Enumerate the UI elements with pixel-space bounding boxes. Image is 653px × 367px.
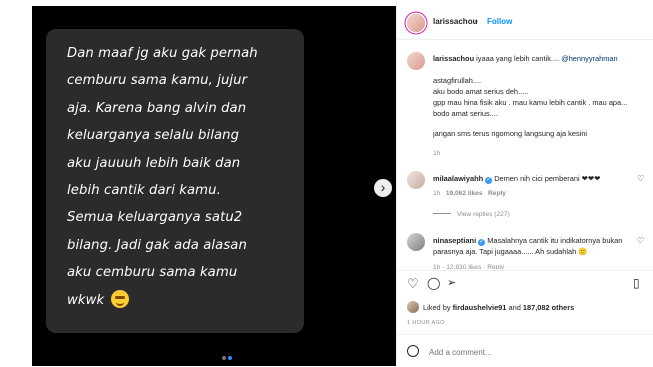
comment-text: Demen nih cici pemberani ❤❤❤ [494, 174, 601, 183]
comment-like-heart-icon[interactable]: ♡ [637, 174, 644, 183]
comment-username[interactable]: ninaseptiani [433, 236, 476, 245]
caption-text: iyaaa yang lebih cantik.... [476, 54, 562, 63]
story-line: Semua keluarganya satu2 [67, 210, 243, 226]
story-line: Dan maaf jg aku gak pernah [67, 46, 258, 61]
verified-badge-icon: ✓ [485, 177, 493, 184]
comment-avatar[interactable] [407, 233, 425, 251]
separator-dot: • [475, 17, 478, 26]
story-line: aja. Karena bang alvin dan [67, 100, 247, 116]
comment-line: ninaseptiani ✓ Masalahnya cantik itu indi… [433, 236, 622, 246]
carousel-dots [221, 347, 233, 365]
post-media[interactable]: Dan maaf jg aku gak pernah cemburu sama … [32, 6, 396, 366]
likes-summary: Liked by firdaushelvie91 and 187,082 oth… [423, 303, 574, 312]
caption-mention[interactable]: @hennyyrahman [561, 54, 617, 63]
next-slide-button[interactable]: › [374, 179, 392, 197]
save-icon[interactable]: ▯ [633, 276, 640, 290]
story-screenshot-card: Dan maaf jg aku gak pernah cemburu sama … [46, 29, 304, 360]
caption-line: bodo amat serius.... [433, 109, 498, 118]
story-text: Dan maaf jg aku gak pernah cemburu sama … [67, 40, 303, 314]
liker-username[interactable]: firdaushelvie91 [453, 303, 507, 312]
left-margin [0, 0, 32, 366]
likes-count[interactable]: 187,082 others [523, 303, 574, 312]
post-side-panel: larissachou • Follow larissachou iyaaa y… [396, 0, 653, 366]
caption-avatar[interactable] [407, 52, 425, 70]
story-line: aku jauuuh lebih baik dan [67, 155, 241, 171]
grinning-sweat-emoji-icon [110, 289, 129, 308]
comment-like-heart-icon[interactable]: ♡ [637, 236, 644, 245]
caption-line: astagfirullah.... [433, 76, 482, 85]
author-avatar[interactable] [407, 14, 425, 32]
heart-icon[interactable]: ♡ [407, 276, 419, 292]
likes-middle: and [506, 303, 523, 312]
story-line: cemburu sama kamu, jujur [67, 73, 248, 89]
liker-avatar[interactable] [407, 301, 419, 313]
verified-badge-icon: ✓ [478, 239, 486, 246]
comment-meta-partial: 1h · 12,830 likes · Reply [433, 264, 505, 269]
caption-username[interactable]: larissachou [433, 54, 474, 63]
caption-time: 1h [433, 150, 441, 157]
caption-first-line: larissachou iyaaa yang lebih cantik.... … [433, 54, 648, 64]
comment-text: parasnya aja. Tapi jugaaaa...... Ah suda… [433, 247, 588, 256]
comment-text: Masalahnya cantik itu indikatornya bukan [487, 236, 623, 245]
author-username[interactable]: larissachou [433, 17, 477, 26]
post-time-ago[interactable]: 1 HOUR AGO [407, 320, 445, 326]
caption-line: jangan sms terus ngomong langsung aja ke… [433, 129, 588, 138]
comment-avatar[interactable] [407, 171, 425, 189]
story-line: lebih cantik dari kamu. [67, 183, 221, 199]
carousel-dot-active [228, 356, 232, 360]
story-line-last: wkwk [67, 287, 303, 314]
comment-meta: 1h 19,062 likes Reply [433, 190, 506, 197]
chevron-right-icon: › [380, 179, 386, 195]
view-replies-button[interactable]: View replies (227) [433, 211, 510, 218]
story-line: wkwk [67, 292, 105, 308]
story-line: aku cemburu sama kamu [67, 265, 238, 281]
comment-likes[interactable]: 19,062 likes [446, 190, 483, 197]
comment-username[interactable]: milaalawiyahh [433, 174, 483, 183]
story-line: bilang. Jadi gak ada alasan [67, 237, 247, 253]
follow-button[interactable]: Follow [487, 17, 512, 26]
carousel-dot [222, 356, 226, 360]
add-comment-input[interactable] [429, 346, 629, 358]
comment-line: milaalawiyahh ✓ Demen nih cici pemberani … [433, 174, 600, 184]
caption-line: aku bodo amat serius deh..... [433, 87, 529, 96]
emoji-smile-icon[interactable] [407, 345, 419, 357]
reply-button[interactable]: Reply [488, 190, 506, 197]
post-header: larissachou • Follow [397, 6, 653, 40]
likes-prefix: Liked by [423, 303, 453, 312]
story-line: keluarganya selalu bilang [67, 128, 240, 144]
comment-time: 1h [433, 190, 441, 197]
share-icon[interactable]: ➢ [447, 276, 456, 289]
comment-icon[interactable]: ◯ [427, 276, 440, 290]
caption-line: gpp mau hina fisik aku . mau kamu lebih … [433, 98, 628, 107]
